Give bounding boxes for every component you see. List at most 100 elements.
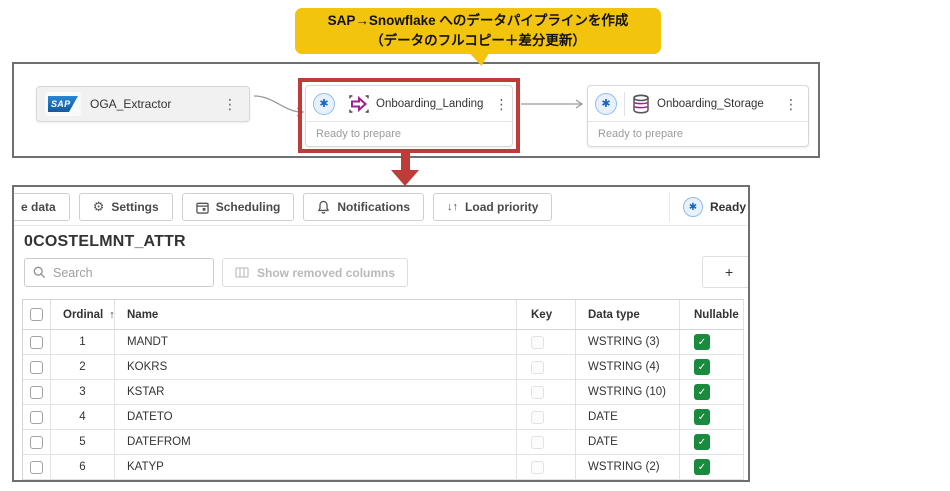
- tab-scheduling[interactable]: Scheduling: [182, 193, 295, 221]
- search-input[interactable]: [53, 266, 205, 280]
- column-header-ordinal[interactable]: Ordinal ↑: [51, 300, 115, 330]
- select-all-checkbox-cell[interactable]: [23, 300, 51, 330]
- datatype-cell: WSTRING (10): [576, 380, 680, 405]
- row-select-cell[interactable]: [23, 430, 51, 455]
- row-checkbox[interactable]: [30, 361, 43, 374]
- columns-table: Ordinal ↑ Name Key Data type Nullable 1 …: [22, 299, 744, 480]
- key-checkbox[interactable]: [531, 461, 544, 474]
- sap-logo-icon: SAP: [45, 92, 81, 116]
- ordinal-cell: 6: [51, 455, 115, 480]
- table-columns-icon: [235, 267, 249, 278]
- check-icon: ✓: [698, 337, 706, 348]
- calendar-icon: [196, 201, 209, 214]
- key-cell[interactable]: [517, 405, 576, 430]
- name-cell: MANDT: [115, 330, 517, 355]
- node-status-text: Ready to prepare: [588, 121, 808, 146]
- column-header-nullable: Nullable: [680, 300, 744, 330]
- key-checkbox[interactable]: [531, 361, 544, 374]
- row-select-cell[interactable]: [23, 330, 51, 355]
- tab-settings[interactable]: ⚙ Settings: [79, 193, 173, 221]
- name-cell: DATEFROM: [115, 430, 517, 455]
- column-header-name: Name: [115, 300, 517, 330]
- nullable-cell[interactable]: ✓: [680, 455, 744, 480]
- kebab-menu-icon[interactable]: ⋮: [780, 95, 802, 113]
- node-label: OGA_Extractor: [90, 97, 171, 111]
- key-cell[interactable]: [517, 355, 576, 380]
- tab-bar: e data ⚙ Settings Scheduling Notificatio…: [14, 192, 748, 222]
- nullable-checkbox[interactable]: ✓: [694, 384, 710, 400]
- callout-line-1: SAP→Snowflake へのデータパイプラインを作成: [328, 11, 629, 31]
- nullable-cell[interactable]: ✓: [680, 405, 744, 430]
- annotation-arrow-head: [391, 170, 419, 186]
- load-priority-icon: ↓↑: [447, 201, 458, 213]
- ready-status-icon: ✱: [683, 197, 703, 217]
- nullable-cell[interactable]: ✓: [680, 355, 744, 380]
- key-cell[interactable]: [517, 380, 576, 405]
- dataset-status-badge: ✱ Ready: [669, 192, 746, 222]
- row-checkbox[interactable]: [30, 436, 43, 449]
- key-checkbox[interactable]: [531, 336, 544, 349]
- row-select-cell[interactable]: [23, 455, 51, 480]
- storage-dataset-icon: [632, 94, 650, 114]
- key-cell[interactable]: [517, 330, 576, 355]
- name-cell: KOKRS: [115, 355, 517, 380]
- key-cell[interactable]: [517, 430, 576, 455]
- search-icon: [33, 266, 46, 279]
- nullable-cell[interactable]: ✓: [680, 380, 744, 405]
- row-checkbox[interactable]: [30, 386, 43, 399]
- nullable-checkbox[interactable]: ✓: [694, 409, 710, 425]
- ordinal-cell: 5: [51, 430, 115, 455]
- key-checkbox[interactable]: [531, 411, 544, 424]
- row-checkbox[interactable]: [30, 461, 43, 474]
- datatype-cell: DATE: [576, 405, 680, 430]
- bell-icon: [317, 200, 330, 214]
- name-cell: KATYP: [115, 455, 517, 480]
- row-checkbox[interactable]: [30, 336, 43, 349]
- datatype-cell: WSTRING (3): [576, 330, 680, 355]
- check-icon: ✓: [698, 412, 706, 423]
- row-select-cell[interactable]: [23, 355, 51, 380]
- check-icon: ✓: [698, 437, 706, 448]
- tab-load-priority[interactable]: ↓↑ Load priority: [433, 193, 552, 221]
- row-checkbox[interactable]: [30, 411, 43, 424]
- ordinal-cell: 1: [51, 330, 115, 355]
- pipeline-canvas: SAP OGA_Extractor ⋮ ✱ Onboarding_Landing…: [12, 62, 820, 158]
- node-sap-extractor[interactable]: SAP OGA_Extractor ⋮: [36, 86, 250, 122]
- node-onboarding-storage[interactable]: ✱ Onboarding_Storage ⋮ Ready to prepare: [587, 85, 809, 147]
- nullable-checkbox[interactable]: ✓: [694, 334, 710, 350]
- key-checkbox[interactable]: [531, 436, 544, 449]
- select-all-checkbox[interactable]: [30, 308, 43, 321]
- row-select-cell[interactable]: [23, 405, 51, 430]
- add-columns-button[interactable]: + A: [702, 256, 750, 288]
- ordinal-cell: 3: [51, 380, 115, 405]
- ordinal-cell: 4: [51, 405, 115, 430]
- row-select-cell[interactable]: [23, 380, 51, 405]
- key-cell[interactable]: [517, 455, 576, 480]
- show-removed-columns-button[interactable]: Show removed columns: [222, 258, 408, 287]
- nullable-checkbox[interactable]: ✓: [694, 459, 710, 475]
- name-cell: KSTAR: [115, 380, 517, 405]
- kebab-menu-icon[interactable]: ⋮: [219, 95, 241, 113]
- sort-ascending-icon: ↑: [109, 309, 115, 321]
- nullable-cell[interactable]: ✓: [680, 430, 744, 455]
- datatype-cell: WSTRING (2): [576, 455, 680, 480]
- connector-line: [519, 98, 589, 110]
- ordinal-cell: 2: [51, 355, 115, 380]
- nullable-cell[interactable]: ✓: [680, 330, 744, 355]
- key-checkbox[interactable]: [531, 386, 544, 399]
- dataset-detail-panel: e data ⚙ Settings Scheduling Notificatio…: [12, 185, 750, 482]
- node-label: Onboarding_Storage: [657, 98, 764, 110]
- tab-notifications[interactable]: Notifications: [303, 193, 424, 221]
- divider: [624, 92, 625, 116]
- tab-source-data[interactable]: e data: [12, 193, 70, 221]
- check-icon: ✓: [698, 462, 706, 473]
- search-box[interactable]: [24, 258, 214, 287]
- datatype-cell: DATE: [576, 430, 680, 455]
- gear-icon: ⚙: [93, 199, 105, 215]
- nullable-checkbox[interactable]: ✓: [694, 359, 710, 375]
- name-cell: DATETO: [115, 405, 517, 430]
- status-label: Ready: [710, 200, 746, 214]
- nullable-checkbox[interactable]: ✓: [694, 434, 710, 450]
- column-header-datatype: Data type: [576, 300, 680, 330]
- check-icon: ✓: [698, 362, 706, 373]
